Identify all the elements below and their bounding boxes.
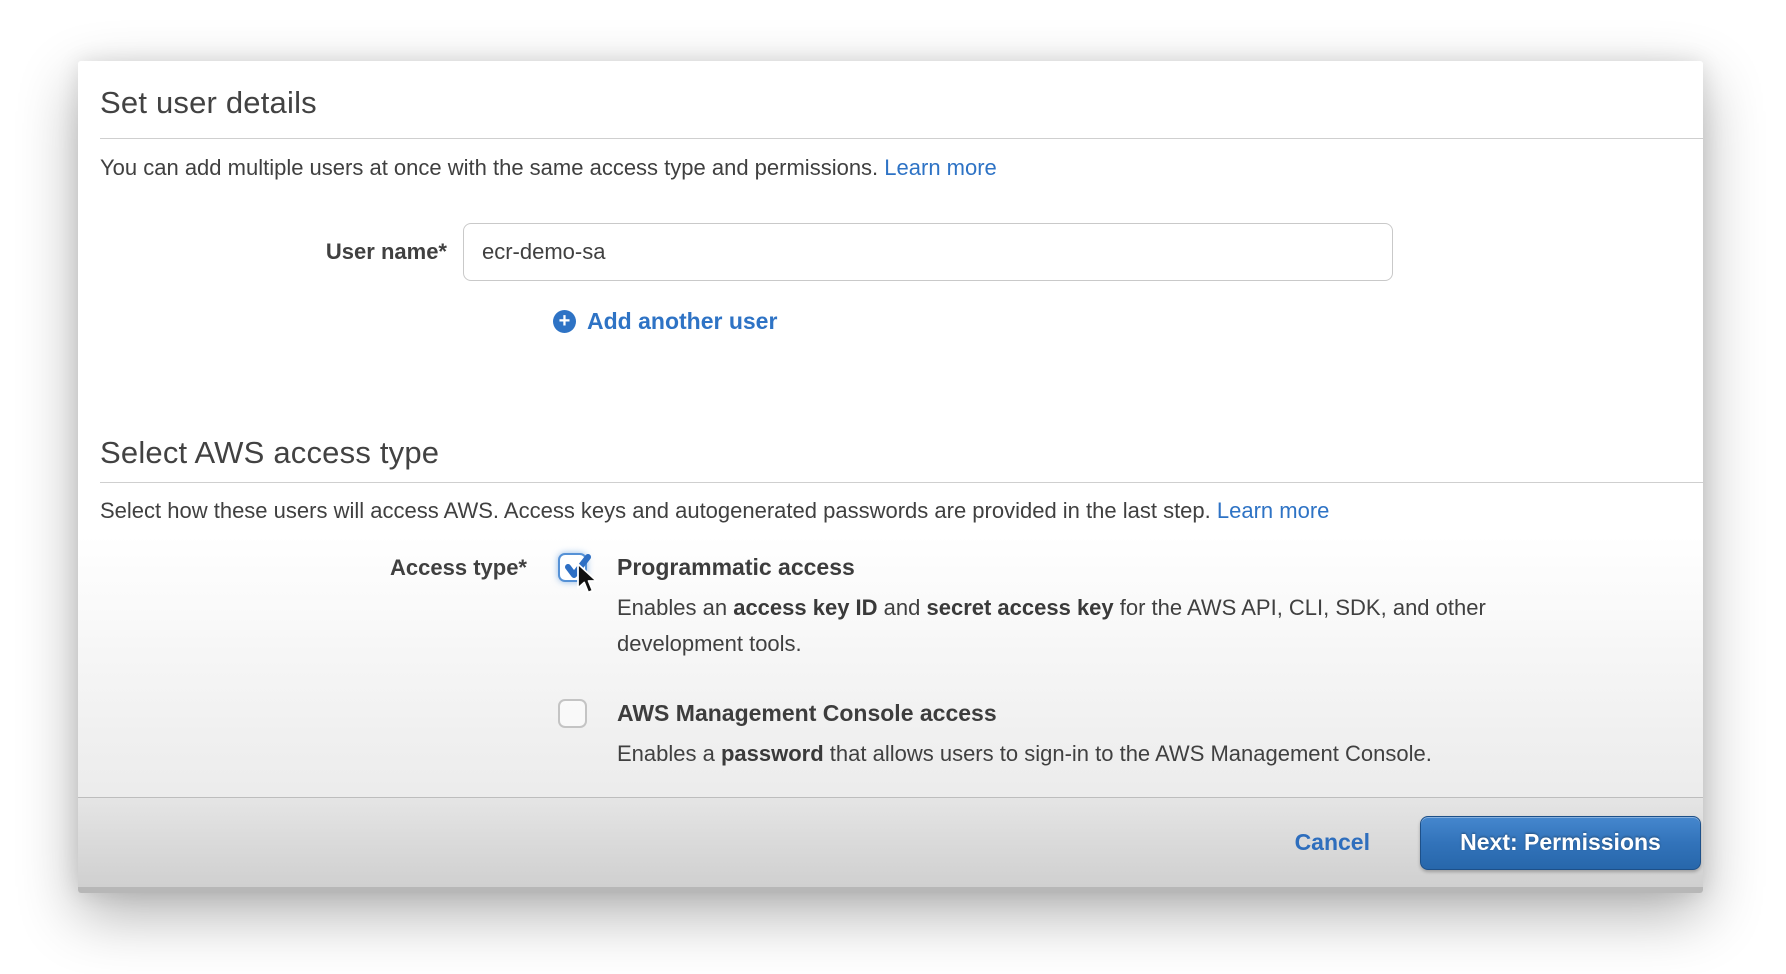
username-input[interactable]	[463, 223, 1393, 281]
desc-text: Enables an	[617, 595, 733, 620]
programmatic-access-option: Programmatic access Enables an access ke…	[558, 553, 1617, 662]
cancel-button[interactable]: Cancel	[1295, 829, 1370, 856]
console-access-option: AWS Management Console access Enables a …	[558, 699, 1617, 772]
programmatic-access-checkbox[interactable]	[558, 553, 587, 582]
desc-text: and	[878, 595, 927, 620]
checkmark-icon	[562, 552, 594, 584]
card-bottom-edge	[78, 887, 1703, 893]
console-access-checkbox[interactable]	[558, 699, 587, 728]
console-access-title: AWS Management Console access	[617, 699, 1432, 728]
programmatic-access-text: Programmatic access Enables an access ke…	[617, 553, 1617, 662]
desc-bold: access key ID	[733, 595, 877, 620]
desc-bold: password	[721, 741, 824, 766]
access-type-divider	[100, 482, 1703, 483]
wizard-content: Set user details You can add multiple us…	[78, 61, 1703, 772]
desc-text: Enables a	[617, 741, 721, 766]
user-details-intro: You can add multiple users at once with …	[100, 154, 1683, 181]
intro-text-2: Select how these users will access AWS. …	[100, 498, 1217, 523]
plus-circle-icon: +	[553, 310, 576, 333]
username-label: User name*	[100, 239, 447, 265]
desc-bold: secret access key	[926, 595, 1113, 620]
learn-more-link-access-type[interactable]: Learn more	[1217, 498, 1330, 523]
access-type-block: Access type* Programmatic access Enables…	[100, 553, 1683, 772]
add-user-wizard-card: Set user details You can add multiple us…	[78, 61, 1703, 893]
console-access-text: AWS Management Console access Enables a …	[617, 699, 1432, 772]
add-another-user-button[interactable]: + Add another user	[100, 308, 1683, 335]
title-divider	[100, 138, 1703, 139]
page-title: Set user details	[100, 83, 1683, 123]
console-access-desc: Enables a password that allows users to …	[617, 736, 1432, 772]
programmatic-access-desc: Enables an access key ID and secret acce…	[617, 590, 1617, 662]
access-type-intro: Select how these users will access AWS. …	[100, 497, 1683, 524]
learn-more-link-user-details[interactable]: Learn more	[884, 155, 997, 180]
wizard-footer: Cancel Next: Permissions	[78, 797, 1703, 887]
access-type-label: Access type*	[100, 553, 527, 772]
access-type-title: Select AWS access type	[100, 433, 1683, 473]
access-options: Programmatic access Enables an access ke…	[558, 553, 1617, 772]
programmatic-access-title: Programmatic access	[617, 553, 1617, 582]
add-another-user-label: Add another user	[587, 308, 777, 335]
intro-text: You can add multiple users at once with …	[100, 155, 884, 180]
username-row: User name*	[100, 223, 1683, 281]
next-permissions-button[interactable]: Next: Permissions	[1420, 816, 1701, 870]
desc-text: that allows users to sign-in to the AWS …	[824, 741, 1432, 766]
